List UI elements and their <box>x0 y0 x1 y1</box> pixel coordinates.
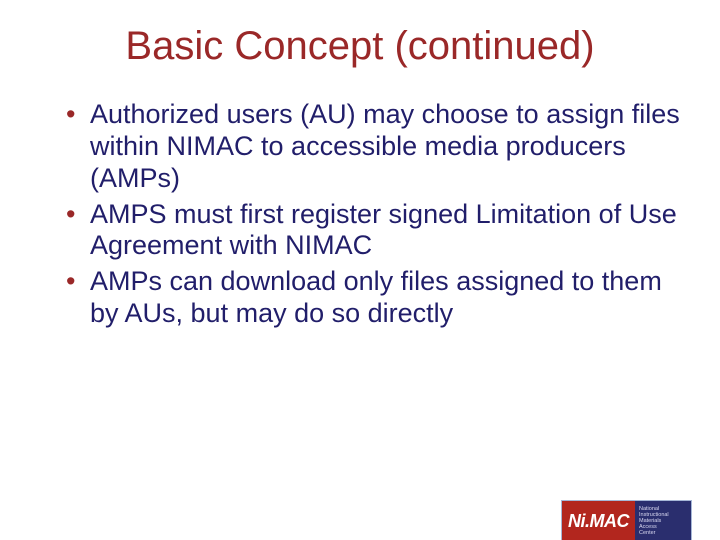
slide-title: Basic Concept (continued) <box>0 24 720 69</box>
slide: Basic Concept (continued) Authorized use… <box>0 24 720 540</box>
logo-wordmark: Ni.MAC <box>562 501 635 540</box>
slide-body: Authorized users (AU) may choose to assi… <box>0 99 720 330</box>
logo-caption: National Instructional Materials Access … <box>635 501 691 540</box>
list-item: Authorized users (AU) may choose to assi… <box>60 99 680 195</box>
list-item: AMPS must first register signed Limitati… <box>60 199 680 263</box>
list-item: AMPs can download only files assigned to… <box>60 266 680 330</box>
logo-suffix: MAC <box>590 511 630 532</box>
nimac-logo: Ni.MAC National Instructional Materials … <box>561 500 692 540</box>
bullet-list: Authorized users (AU) may choose to assi… <box>60 99 680 330</box>
logo-caption-line: Center <box>639 530 687 536</box>
logo-prefix: Ni <box>568 511 585 532</box>
